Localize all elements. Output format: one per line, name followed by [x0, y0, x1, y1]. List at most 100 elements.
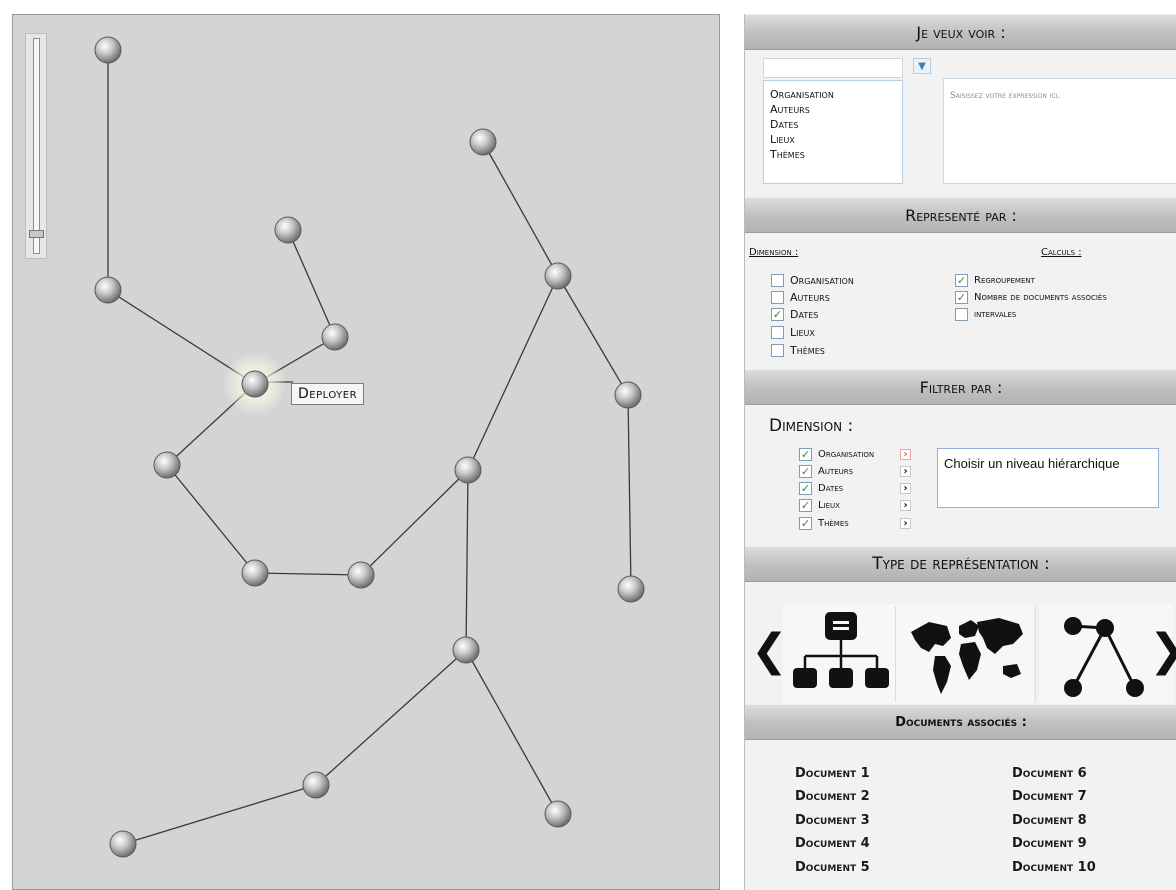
checkbox[interactable] [955, 308, 968, 321]
chevron-right-icon[interactable]: › [900, 500, 911, 511]
graph-node[interactable] [109, 830, 137, 858]
chevron-right-icon[interactable]: › [900, 518, 911, 529]
checkbox-auteurs[interactable]: Auteurs [771, 291, 830, 304]
checkbox-checked[interactable]: ✓ [771, 308, 784, 321]
graph-canvas[interactable]: Deployer [12, 14, 720, 890]
graph-edge [627, 394, 632, 590]
checkbox-checked[interactable]: ✓ [955, 274, 968, 287]
graph-edge [465, 469, 469, 651]
next-arrow-icon[interactable]: ❯ [1149, 629, 1176, 673]
document-link[interactable]: Document 1 [795, 766, 870, 781]
document-link[interactable]: Document 4 [795, 836, 870, 851]
filter-item-dates[interactable]: ✓ Dates › [799, 482, 911, 495]
graph-node[interactable] [94, 36, 122, 64]
zoom-slider[interactable] [25, 33, 47, 259]
zoom-slider-thumb[interactable] [29, 230, 44, 238]
graph-svg[interactable] [13, 15, 721, 890]
graph-node[interactable] [614, 381, 642, 409]
expression-input[interactable]: Saisissez votre expression ici. [943, 78, 1176, 184]
checkbox-label: Dates [818, 483, 844, 494]
graph-edge [122, 784, 317, 845]
hierarchy-level-box[interactable]: Choisir un niveau hiérarchique [937, 448, 1159, 508]
checkbox-label: Auteurs [790, 291, 830, 304]
document-link[interactable]: Document 10 [1012, 860, 1096, 875]
chevron-right-icon[interactable]: › [900, 449, 911, 460]
checkbox[interactable] [771, 291, 784, 304]
graph-node[interactable] [321, 323, 349, 351]
graph-node[interactable] [454, 456, 482, 484]
graph-node-selected[interactable] [241, 370, 269, 398]
representation-hierarchy[interactable] [783, 604, 917, 704]
divider [1035, 606, 1036, 702]
deployer-button[interactable]: Deployer [291, 383, 365, 405]
checkbox-nombre-documents[interactable]: ✓ Nombre de documents associés [955, 291, 1107, 304]
representation-world-map[interactable] [899, 604, 1033, 704]
filter-item-themes[interactable]: ✓ Thèmes › [799, 517, 911, 530]
document-link[interactable]: Document 8 [1012, 813, 1087, 828]
checkbox[interactable] [771, 326, 784, 339]
section-title: Documents associés : [895, 714, 1027, 730]
graph-node[interactable] [241, 559, 269, 587]
graph-node[interactable] [544, 262, 572, 290]
graph-node[interactable] [617, 575, 645, 603]
document-link[interactable]: Document 9 [1012, 836, 1087, 851]
document-link[interactable]: Document 3 [795, 813, 870, 828]
checkbox-themes[interactable]: Thèmes [771, 344, 825, 357]
checkbox-label: Thèmes [818, 518, 849, 529]
graph-node[interactable] [94, 276, 122, 304]
list-item[interactable]: Lieux [770, 132, 896, 147]
control-panel: Je veux voir : ▼ Organisation Auteurs Da… [744, 14, 1176, 890]
filter-item-lieux[interactable]: ✓ Lieux › [799, 499, 911, 512]
list-item[interactable]: Dates [770, 117, 896, 132]
graph-node[interactable] [302, 771, 330, 799]
document-link[interactable]: Document 5 [795, 860, 870, 875]
chevron-down-icon[interactable]: ▼ [913, 58, 931, 74]
checkbox-checked[interactable]: ✓ [799, 499, 812, 512]
checkbox[interactable] [771, 274, 784, 287]
document-link[interactable]: Document 7 [1012, 789, 1087, 804]
graph-nodes[interactable] [94, 36, 645, 858]
list-item[interactable]: Auteurs [770, 102, 896, 117]
dimension-select[interactable] [763, 58, 903, 78]
chevron-right-icon[interactable]: › [900, 483, 911, 494]
graph-node[interactable] [469, 128, 497, 156]
checkbox-checked[interactable]: ✓ [799, 448, 812, 461]
list-item[interactable]: Organisation [770, 87, 896, 102]
list-item[interactable]: Thèmes [770, 147, 896, 162]
calculs-label: Calculs : [1041, 247, 1082, 258]
graph-node[interactable] [452, 636, 480, 664]
graph-node[interactable] [153, 451, 181, 479]
zoom-slider-track[interactable] [33, 38, 40, 254]
checkbox-checked[interactable]: ✓ [799, 482, 812, 495]
graph-node[interactable] [347, 561, 375, 589]
chevron-right-icon[interactable]: › [900, 466, 911, 477]
checkbox-checked[interactable]: ✓ [799, 465, 812, 478]
graph-edge [254, 572, 362, 576]
checkbox-label: intervales [974, 309, 1017, 320]
checkbox-label: Dates [790, 308, 819, 321]
graph-node[interactable] [544, 800, 572, 828]
document-link[interactable]: Document 2 [795, 789, 870, 804]
graph-edge [557, 275, 629, 396]
checkbox-regroupement[interactable]: ✓ Regroupement [955, 274, 1035, 287]
filter-item-organisation[interactable]: ✓ Organisation › [799, 448, 911, 461]
graph-edge [315, 649, 467, 786]
graph-edge [287, 229, 336, 338]
checkbox-dates[interactable]: ✓ Dates [771, 308, 818, 321]
checkbox[interactable] [771, 344, 784, 357]
checkbox-lieux[interactable]: Lieux [771, 326, 815, 339]
section-title: Je veux voir : [916, 22, 1006, 42]
document-link[interactable]: Document 6 [1012, 766, 1087, 781]
checkbox-checked[interactable]: ✓ [955, 291, 968, 304]
graph-edge [465, 649, 559, 815]
graph-node[interactable] [274, 216, 302, 244]
graph-edge [360, 469, 469, 576]
dimension-list[interactable]: Organisation Auteurs Dates Lieux Thèmes [763, 80, 903, 184]
checkbox-label: Lieux [818, 500, 840, 511]
checkbox-checked[interactable]: ✓ [799, 517, 812, 530]
expression-placeholder: Saisissez votre expression ici. [950, 91, 1061, 101]
checkbox-organisation[interactable]: Organisation [771, 274, 854, 287]
section-header-filtrer-par: Filtrer par : [745, 369, 1176, 405]
filter-item-auteurs[interactable]: ✓ Auteurs › [799, 465, 911, 478]
checkbox-intervales[interactable]: intervales [955, 308, 1016, 321]
